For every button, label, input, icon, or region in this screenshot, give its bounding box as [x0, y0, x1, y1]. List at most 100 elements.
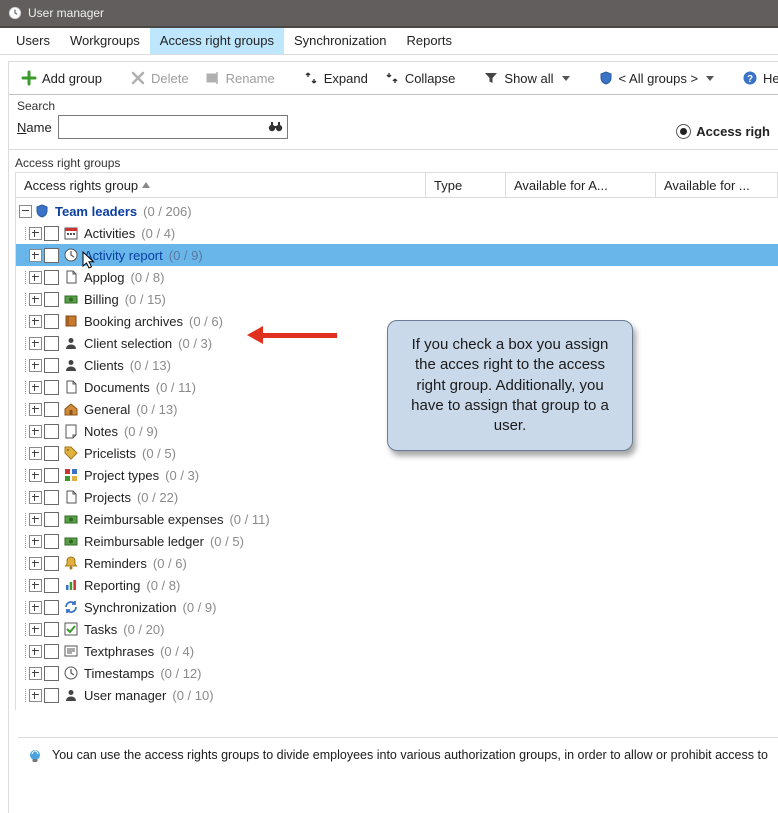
- tree-node-applog[interactable]: Applog(0 / 8): [16, 266, 778, 288]
- node-label: Applog: [84, 270, 124, 285]
- add-group-button[interactable]: Add group: [15, 67, 108, 89]
- expand-toggle[interactable]: [29, 271, 42, 284]
- expand-toggle[interactable]: [29, 293, 42, 306]
- checkbox[interactable]: [44, 402, 59, 417]
- expand-toggle[interactable]: [29, 689, 42, 702]
- expand-toggle[interactable]: [29, 381, 42, 394]
- expand-toggle[interactable]: [29, 623, 42, 636]
- tab-users[interactable]: Users: [6, 28, 60, 54]
- access-right-radio[interactable]: Access righ: [676, 124, 770, 139]
- expand-button[interactable]: Expand: [297, 67, 374, 89]
- checkbox[interactable]: [44, 314, 59, 329]
- tree-root-team-leaders[interactable]: Team leaders (0 / 206): [16, 200, 778, 222]
- expand-toggle[interactable]: [29, 601, 42, 614]
- node-label: Client selection: [84, 336, 172, 351]
- column-header-available-a[interactable]: Available for A...: [506, 173, 656, 197]
- expand-toggle[interactable]: [29, 403, 42, 416]
- show-all-filter[interactable]: Show all: [477, 67, 575, 89]
- node-label: Synchronization: [84, 600, 177, 615]
- checkbox[interactable]: [44, 292, 59, 307]
- node-count: (0 / 6): [189, 314, 223, 329]
- collapse-toggle[interactable]: [19, 205, 32, 218]
- expand-toggle[interactable]: [29, 579, 42, 592]
- checkbox[interactable]: [44, 512, 59, 527]
- expand-toggle[interactable]: [29, 447, 42, 460]
- checkbox[interactable]: [44, 270, 59, 285]
- expand-toggle[interactable]: [29, 491, 42, 504]
- tree-node-projecttypes[interactable]: Project types(0 / 3): [16, 464, 778, 486]
- expand-toggle[interactable]: [29, 557, 42, 570]
- tree-node-usermanager[interactable]: User manager(0 / 10): [16, 684, 778, 706]
- node-count: (0 / 15): [125, 292, 166, 307]
- tree-node-activities[interactable]: Activities(0 / 4): [16, 222, 778, 244]
- expand-toggle[interactable]: [29, 513, 42, 526]
- annotation-callout: If you check a box you assign the acces …: [387, 320, 633, 451]
- column-header-type[interactable]: Type: [426, 173, 506, 197]
- checkbox[interactable]: [44, 248, 59, 263]
- checkbox[interactable]: [44, 688, 59, 703]
- checkbox[interactable]: [44, 600, 59, 615]
- tab-workgroups[interactable]: Workgroups: [60, 28, 150, 54]
- column-label: Type: [434, 178, 462, 193]
- checkbox[interactable]: [44, 336, 59, 351]
- column-header-group[interactable]: Access rights group: [16, 173, 426, 197]
- button-label: Help: [763, 71, 778, 86]
- tab-synchronization[interactable]: Synchronization: [284, 28, 397, 54]
- tree-node-activityreport[interactable]: Activity report(0 / 9): [16, 244, 778, 266]
- checkbox[interactable]: [44, 358, 59, 373]
- expand-toggle[interactable]: [29, 425, 42, 438]
- tab-access-right-groups[interactable]: Access right groups: [150, 28, 284, 54]
- checkbox[interactable]: [44, 490, 59, 505]
- tree-node-reimbexp[interactable]: Reimbursable expenses(0 / 11): [16, 508, 778, 530]
- tree-node-timestamps[interactable]: Timestamps(0 / 12): [16, 662, 778, 684]
- checkbox[interactable]: [44, 226, 59, 241]
- all-groups-filter[interactable]: < All groups >: [592, 67, 721, 89]
- expand-toggle[interactable]: [29, 645, 42, 658]
- plus-icon: [21, 70, 37, 86]
- expand-toggle[interactable]: [29, 667, 42, 680]
- expand-toggle[interactable]: [29, 535, 42, 548]
- calendar-icon: [63, 225, 79, 241]
- checkbox[interactable]: [44, 644, 59, 659]
- expand-toggle[interactable]: [29, 249, 42, 262]
- checkbox[interactable]: [44, 468, 59, 483]
- expand-toggle[interactable]: [29, 315, 42, 328]
- checkbox[interactable]: [44, 622, 59, 637]
- tree-node-reporting[interactable]: Reporting(0 / 8): [16, 574, 778, 596]
- node-count: (0 / 9): [183, 600, 217, 615]
- tree-node-sync[interactable]: Synchronization (0 / 9): [16, 596, 778, 618]
- lightbulb-icon: [26, 748, 44, 766]
- tree-node-textphrases[interactable]: Textphrases(0 / 4): [16, 640, 778, 662]
- node-label: Pricelists: [84, 446, 136, 461]
- checkbox[interactable]: [44, 666, 59, 681]
- collapse-button[interactable]: Collapse: [378, 67, 462, 89]
- tree-node-projects[interactable]: Projects(0 / 22): [16, 486, 778, 508]
- checkbox[interactable]: [44, 534, 59, 549]
- help-button[interactable]: ? Help: [736, 67, 778, 89]
- node-label: Booking archives: [84, 314, 183, 329]
- checkbox[interactable]: [44, 424, 59, 439]
- tab-reports[interactable]: Reports: [396, 28, 462, 54]
- column-header-available-b[interactable]: Available for ...: [656, 173, 778, 197]
- checkbox[interactable]: [44, 446, 59, 461]
- node-count: (0 / 6): [153, 556, 187, 571]
- expand-toggle[interactable]: [29, 359, 42, 372]
- expand-toggle[interactable]: [29, 337, 42, 350]
- tree-node-tasks[interactable]: Tasks(0 / 20): [16, 618, 778, 640]
- expand-toggle[interactable]: [29, 469, 42, 482]
- tree-node-reimbledg[interactable]: Reimbursable ledger(0 / 5): [16, 530, 778, 552]
- checkbox[interactable]: [44, 556, 59, 571]
- chevron-down-icon: [706, 76, 714, 81]
- node-label: Team leaders: [55, 204, 137, 219]
- checkbox[interactable]: [44, 380, 59, 395]
- tree-node-reminders[interactable]: Reminders(0 / 6): [16, 552, 778, 574]
- name-search-input[interactable]: [59, 116, 287, 138]
- checkbox[interactable]: [44, 578, 59, 593]
- shield-icon: [598, 70, 614, 86]
- binoculars-icon[interactable]: [267, 118, 285, 136]
- node-count: (0 / 11): [229, 512, 269, 527]
- expand-toggle[interactable]: [29, 227, 42, 240]
- node-count: (0 / 10): [172, 688, 213, 703]
- tree-node-billing[interactable]: Billing(0 / 15): [16, 288, 778, 310]
- svg-text:?: ?: [747, 74, 753, 85]
